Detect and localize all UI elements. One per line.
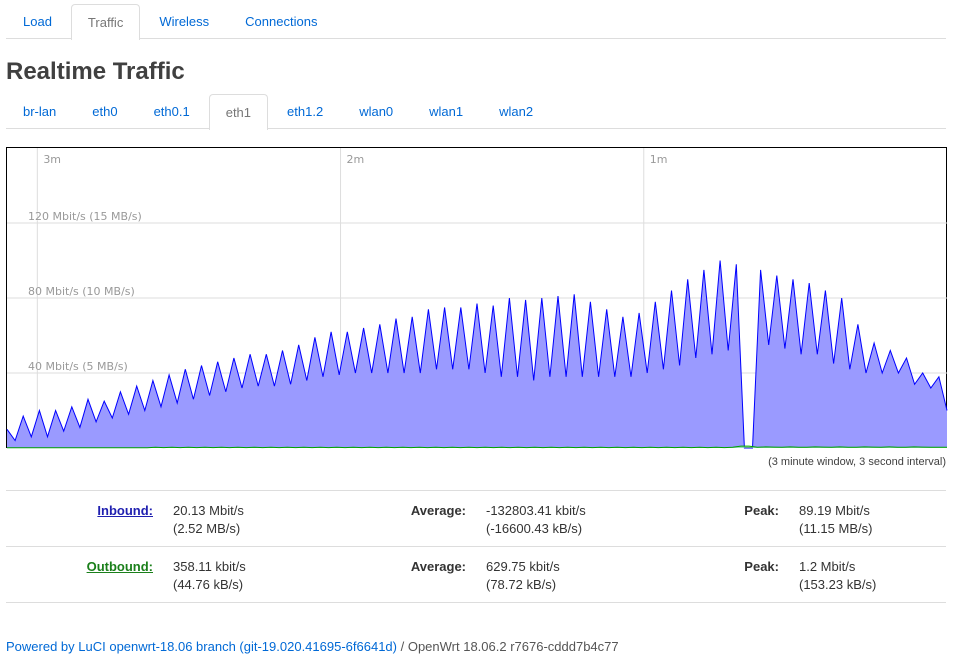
inbound-current-bytes: (2.52 MB/s) bbox=[173, 521, 241, 536]
outbound-average-bytes: (78.72 kB/s) bbox=[486, 577, 557, 592]
openwrt-version: OpenWrt 18.06.2 r7676-cddd7b4c77 bbox=[407, 639, 619, 654]
inbound-row: Inbound: 20.13 Mbit/s (2.52 MB/s) Averag… bbox=[6, 490, 946, 546]
inbound-average: -132803.41 kbit/s (-16600.43 kB/s) bbox=[486, 502, 586, 538]
tab-eth1-2[interactable]: eth1.2 bbox=[270, 93, 342, 129]
tab-wlan0[interactable]: wlan0 bbox=[342, 93, 412, 129]
outbound-peak-bytes: (153.23 kB/s) bbox=[799, 577, 877, 592]
outbound-current-bytes: (44.76 kB/s) bbox=[173, 577, 244, 592]
luci-link[interactable]: Powered by LuCI openwrt-18.06 branch (gi… bbox=[6, 639, 397, 654]
tab-traffic[interactable]: Traffic bbox=[70, 3, 142, 40]
outbound-label: Outbound: bbox=[6, 558, 153, 576]
outbound-peak-bits: 1.2 Mbit/s bbox=[799, 559, 856, 574]
inbound-average-bytes: (-16600.43 kB/s) bbox=[486, 521, 583, 536]
traffic-graph-svg: 3m 2m 1m 120 Mbit/s (15 MB/s) 80 Mbit/s (10 … bbox=[6, 147, 948, 449]
graph-caption: (3 minute window, 3 second interval) bbox=[768, 456, 946, 468]
inbound-current: 20.13 Mbit/s (2.52 MB/s) bbox=[173, 502, 244, 538]
tab-load[interactable]: Load bbox=[6, 3, 71, 39]
outbound-average-label: Average: bbox=[410, 559, 466, 574]
tab-wireless-link[interactable]: Wireless bbox=[142, 3, 226, 39]
outbound-average-bits: 629.75 kbit/s bbox=[486, 559, 560, 574]
rate-label: 120 Mbit/s (15 MB/s) bbox=[28, 210, 142, 223]
outbound-current-bits: 358.11 kbit/s bbox=[173, 559, 246, 574]
tab-connections-link[interactable]: Connections bbox=[228, 3, 334, 39]
tab-eth0-1-link[interactable]: eth0.1 bbox=[137, 93, 207, 129]
tab-eth1-link[interactable]: eth1 bbox=[208, 94, 269, 130]
tab-eth1-2-link[interactable]: eth1.2 bbox=[270, 93, 340, 129]
inbound-average-label: Average: bbox=[410, 503, 466, 518]
tab-eth0-link[interactable]: eth0 bbox=[75, 93, 134, 129]
tab-eth1[interactable]: eth1 bbox=[208, 93, 270, 130]
tab-wlan1-link[interactable]: wlan1 bbox=[412, 93, 480, 129]
time-label: 1m bbox=[650, 153, 668, 166]
tab-wlan0-link[interactable]: wlan0 bbox=[342, 93, 410, 129]
outbound-average: 629.75 kbit/s (78.72 kB/s) bbox=[486, 558, 560, 594]
outbound-peak: 1.2 Mbit/s (153.23 kB/s) bbox=[799, 558, 876, 594]
tab-wlan2-link[interactable]: wlan2 bbox=[482, 93, 550, 129]
tab-load-link[interactable]: Load bbox=[6, 3, 69, 39]
interface-tab-bar: br-lan eth0 eth0.1 eth1 eth1.2 wlan0 wla… bbox=[6, 93, 946, 130]
tab-eth0[interactable]: eth0 bbox=[75, 93, 136, 129]
top-tab-bar: Load Traffic Wireless Connections bbox=[6, 3, 946, 40]
tab-wlan1[interactable]: wlan1 bbox=[412, 93, 482, 129]
tab-eth0-1[interactable]: eth0.1 bbox=[137, 93, 209, 129]
page-title: Realtime Traffic bbox=[6, 58, 185, 85]
time-label: 3m bbox=[43, 153, 61, 166]
inbound-peak: 89.19 Mbit/s (11.15 MB/s) bbox=[799, 502, 872, 538]
inbound-label: Inbound: bbox=[6, 502, 153, 520]
tab-wireless[interactable]: Wireless bbox=[142, 3, 228, 39]
inbound-current-bits: 20.13 Mbit/s bbox=[173, 503, 244, 518]
rate-label: 80 Mbit/s (10 MB/s) bbox=[28, 285, 135, 298]
tab-br-lan-link[interactable]: br-lan bbox=[6, 93, 73, 129]
tab-wlan2[interactable]: wlan2 bbox=[482, 93, 552, 129]
page-footer: Powered by LuCI openwrt-18.06 branch (gi… bbox=[6, 639, 619, 654]
outbound-current: 358.11 kbit/s (44.76 kB/s) bbox=[173, 558, 246, 594]
rate-label: 40 Mbit/s (5 MB/s) bbox=[28, 360, 128, 373]
outbound-row: Outbound: 358.11 kbit/s (44.76 kB/s) Ave… bbox=[6, 546, 946, 603]
tab-connections[interactable]: Connections bbox=[228, 3, 336, 39]
traffic-graph: 3m 2m 1m 120 Mbit/s (15 MB/s) 80 Mbit/s (10 … bbox=[6, 147, 948, 449]
time-label: 2m bbox=[347, 153, 365, 166]
inbound-peak-bits: 89.19 Mbit/s bbox=[799, 503, 870, 518]
inbound-average-bits: -132803.41 kbit/s bbox=[486, 503, 586, 518]
tab-br-lan[interactable]: br-lan bbox=[6, 93, 75, 129]
footer-separator: / bbox=[396, 639, 408, 654]
inbound-label-text: Inbound: bbox=[97, 503, 153, 518]
outbound-label-text: Outbound: bbox=[86, 559, 153, 574]
inbound-peak-label: Peak: bbox=[744, 503, 779, 518]
traffic-stats-table: Inbound: 20.13 Mbit/s (2.52 MB/s) Averag… bbox=[6, 490, 946, 603]
outbound-peak-label: Peak: bbox=[744, 559, 779, 574]
tab-traffic-link[interactable]: Traffic bbox=[70, 4, 141, 40]
inbound-peak-bytes: (11.15 MB/s) bbox=[799, 521, 873, 536]
